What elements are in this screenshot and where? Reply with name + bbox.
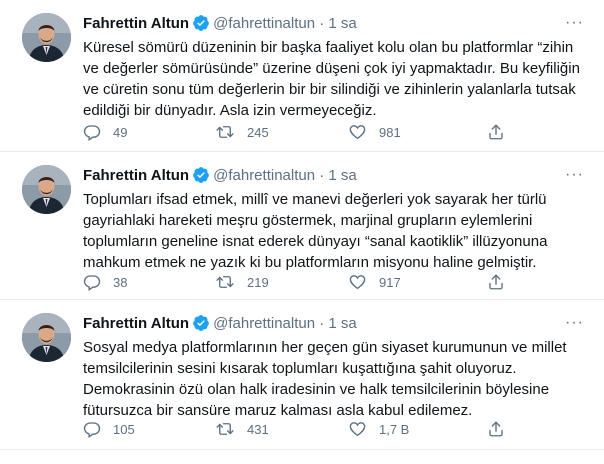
retweet-count: 245 <box>247 124 269 140</box>
retweet-button[interactable]: 431 <box>215 418 269 440</box>
verified-badge-icon <box>192 314 210 338</box>
separator-dot: · <box>319 315 325 332</box>
tweet-actions: 38 219 917 <box>83 271 523 293</box>
share-button[interactable] <box>487 418 505 440</box>
reply-button[interactable]: 49 <box>83 121 127 143</box>
reply-count: 105 <box>113 421 135 437</box>
tweet-feed: Fahrettin Altun @fahrettinaltun · 1 sa ··… <box>0 0 604 464</box>
more-options-icon[interactable]: ··· <box>565 14 584 32</box>
tweet-text: Küresel sömürü düzeninin bir başka faali… <box>83 39 580 119</box>
separator-dot: · <box>319 167 325 184</box>
heart-icon <box>348 273 367 291</box>
retweet-icon <box>215 123 235 141</box>
tweet-time[interactable]: 1 sa <box>328 15 356 32</box>
tweet-text: Sosyal medya platformlarının her geçen g… <box>83 339 567 419</box>
like-count: 917 <box>379 274 401 290</box>
separator-dot: · <box>319 15 325 32</box>
retweet-button[interactable]: 219 <box>215 271 269 293</box>
verified-badge-icon <box>192 166 210 190</box>
reply-count: 38 <box>113 274 128 290</box>
share-icon <box>487 420 505 438</box>
tweet-actions: 105 431 1,7 B <box>83 418 523 440</box>
author-handle[interactable]: @fahrettinaltun <box>213 315 315 332</box>
retweet-button[interactable]: 245 <box>215 121 269 143</box>
avatar[interactable] <box>22 165 71 214</box>
tweet[interactable]: Fahrettin Altun @fahrettinaltun · 1 sa ··… <box>0 152 604 300</box>
more-options-icon[interactable]: ··· <box>565 166 584 184</box>
tweet-header: Fahrettin Altun @fahrettinaltun · 1 sa <box>83 14 357 38</box>
author-name[interactable]: Fahrettin Altun <box>83 167 189 184</box>
retweet-icon <box>215 273 235 291</box>
avatar[interactable] <box>22 13 71 62</box>
tweet-header: Fahrettin Altun @fahrettinaltun · 1 sa <box>83 314 357 338</box>
tweet[interactable]: Fahrettin Altun @fahrettinaltun · 1 sa ··… <box>0 300 604 450</box>
share-button[interactable] <box>487 271 505 293</box>
reply-icon <box>83 123 101 141</box>
retweet-count: 431 <box>247 421 269 437</box>
heart-icon <box>348 420 367 438</box>
retweet-icon <box>215 420 235 438</box>
reply-button[interactable]: 38 <box>83 271 127 293</box>
like-count: 1,7 B <box>379 421 410 437</box>
author-name[interactable]: Fahrettin Altun <box>83 15 189 32</box>
like-button[interactable]: 981 <box>348 121 401 143</box>
author-handle[interactable]: @fahrettinaltun <box>213 15 315 32</box>
more-options-icon[interactable]: ··· <box>565 314 584 332</box>
share-icon <box>487 273 505 291</box>
tweet-time[interactable]: 1 sa <box>328 315 356 332</box>
tweet-text: Toplumları ifsad etmek, millî ve manevi … <box>83 191 548 271</box>
tweet-time[interactable]: 1 sa <box>328 167 356 184</box>
reply-icon <box>83 420 101 438</box>
tweet[interactable]: Fahrettin Altun @fahrettinaltun · 1 sa ··… <box>0 0 604 152</box>
author-name[interactable]: Fahrettin Altun <box>83 315 189 332</box>
retweet-count: 219 <box>247 274 269 290</box>
like-count: 981 <box>379 124 401 140</box>
like-button[interactable]: 1,7 B <box>348 418 409 440</box>
share-button[interactable] <box>487 121 505 143</box>
like-button[interactable]: 917 <box>348 271 401 293</box>
reply-count: 49 <box>113 124 128 140</box>
reply-icon <box>83 273 101 291</box>
tweet-actions: 49 245 981 <box>83 121 523 143</box>
heart-icon <box>348 123 367 141</box>
reply-button[interactable]: 105 <box>83 418 135 440</box>
share-icon <box>487 123 505 141</box>
author-handle[interactable]: @fahrettinaltun <box>213 167 315 184</box>
verified-badge-icon <box>192 14 210 38</box>
tweet-header: Fahrettin Altun @fahrettinaltun · 1 sa <box>83 166 357 190</box>
avatar[interactable] <box>22 313 71 362</box>
